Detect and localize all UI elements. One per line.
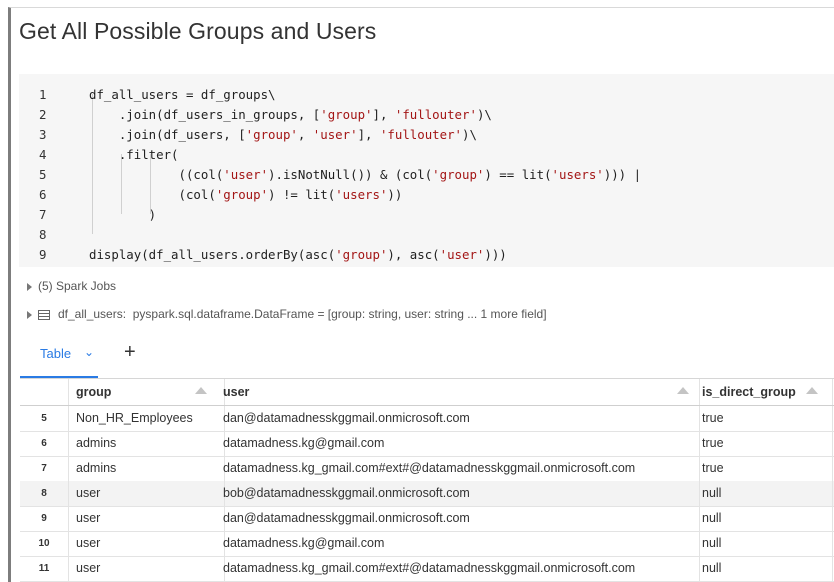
line-number: 2 (39, 107, 47, 122)
cell-user[interactable]: bob@datamadnesskggmail.onmicrosoft.com (217, 481, 700, 506)
code-line[interactable]: 9 display(df_all_users.orderBy(asc('group… (19, 245, 834, 265)
code-line[interactable]: 6 (col('group') != lit('users')) (19, 185, 834, 205)
code-line[interactable]: 1 df_all_users = df_groups\ (19, 85, 834, 105)
dataframe-name: df_all_users: (58, 307, 127, 321)
cell-is-direct-group[interactable]: true (696, 456, 833, 481)
column-header-is-direct-group[interactable]: is_direct_group (696, 379, 833, 405)
column-header-user[interactable]: user (217, 379, 700, 405)
cell-is-direct-group[interactable]: true (696, 406, 833, 431)
cell-user[interactable]: datamadness.kg@gmail.com (217, 531, 700, 556)
dataframe-schema: pyspark.sql.dataframe.DataFrame = [group… (132, 307, 547, 321)
cell-is-direct-group[interactable]: null (696, 531, 833, 556)
code-text: display(df_all_users.orderBy(asc('group'… (89, 247, 507, 262)
cell-user[interactable]: datamadness.kg_gmail.com#ext#@datamadnes… (217, 456, 700, 481)
code-text: (col('group') != lit('users')) (89, 187, 403, 202)
row-index: 7 (20, 456, 69, 481)
cell-is-direct-group[interactable]: null (696, 481, 833, 506)
line-number: 7 (39, 207, 47, 222)
code-line[interactable]: 8 (19, 225, 834, 245)
line-number: 3 (39, 127, 47, 142)
cell-user[interactable]: datamadness.kg_gmail.com#ext#@datamadnes… (217, 556, 700, 581)
line-number: 6 (39, 187, 47, 202)
row-index: 11 (20, 556, 69, 581)
table-row[interactable]: 8 user bob@datamadnesskggmail.onmicrosoft.… (20, 481, 834, 507)
table-row[interactable]: 11 user datamadness.kg_gmail.com#ext#@data… (20, 556, 834, 582)
row-index: 8 (20, 481, 69, 506)
code-text: .join(df_users, ['group', 'user'], 'full… (89, 127, 477, 142)
code-text: df_all_users = df_groups\ (89, 87, 276, 102)
table-row[interactable]: 7 admins datamadness.kg_gmail.com#ext#@dat… (20, 456, 834, 482)
table-row[interactable]: 6 admins datamadness.kg@gmail.com true (20, 431, 834, 457)
code-editor[interactable]: 1 df_all_users = df_groups\ 2 .join(df_use… (19, 74, 834, 267)
cell-group[interactable]: user (69, 556, 225, 581)
line-number: 5 (39, 167, 47, 182)
chevron-down-icon[interactable]: ⌄ (84, 345, 94, 359)
cell-group[interactable]: admins (69, 456, 225, 481)
plus-icon[interactable]: + (124, 341, 136, 364)
cell-group[interactable]: user (69, 531, 225, 556)
cell-user[interactable]: dan@datamadnesskggmail.onmicrosoft.com (217, 406, 700, 431)
sort-icon[interactable] (195, 387, 207, 394)
row-index: 10 (20, 531, 69, 556)
code-line[interactable]: 4 .filter( (19, 145, 834, 165)
code-text: ((col('user').isNotNull()) & (col('group… (89, 167, 642, 182)
row-index: 5 (20, 406, 69, 431)
code-line[interactable]: 2 .join(df_users_in_groups, ['group'], '… (19, 105, 834, 125)
cell-user[interactable]: dan@datamadnesskggmail.onmicrosoft.com (217, 506, 700, 531)
table-row[interactable]: 5 Non_HR_Employees dan@datamadnesskggmail.… (20, 406, 834, 432)
cell-group[interactable]: Non_HR_Employees (69, 406, 225, 431)
cell-title: Get All Possible Groups and Users (19, 18, 377, 44)
row-index: 9 (20, 506, 69, 531)
cell-is-direct-group[interactable]: null (696, 556, 833, 581)
tab-table[interactable]: Table ⌄ (20, 328, 98, 378)
code-line[interactable]: 7 ) (19, 205, 834, 225)
cell-is-direct-group[interactable]: null (696, 506, 833, 531)
column-header-group[interactable]: group (69, 379, 225, 405)
spark-jobs-toggle[interactable]: (5) Spark Jobs (27, 279, 116, 293)
code-text: .join(df_users_in_groups, ['group'], 'fu… (89, 107, 492, 122)
line-number: 1 (39, 87, 47, 102)
sort-icon[interactable] (806, 387, 818, 394)
code-text: .filter( (89, 147, 179, 162)
cell-user[interactable]: datamadness.kg@gmail.com (217, 431, 700, 456)
cell-group[interactable]: admins (69, 431, 225, 456)
code-line[interactable]: 3 .join(df_users, ['group', 'user'], 'fu… (19, 125, 834, 145)
results-table: group user is_direct_group 5 Non_HR_Emplo… (20, 378, 834, 582)
code-line[interactable]: 5 ((col('user').isNotNull()) & (col('gro… (19, 165, 834, 185)
expand-triangle-icon (27, 310, 32, 319)
cell-group[interactable]: user (69, 506, 225, 531)
code-text: ) (89, 207, 157, 222)
sort-icon[interactable] (677, 387, 689, 394)
row-index: 6 (20, 431, 69, 456)
tab-table-label: Table (40, 346, 72, 361)
table-row[interactable]: 9 user dan@datamadnesskggmail.onmicrosoft.… (20, 506, 834, 532)
previous-cell-edge (0, 0, 834, 6)
expand-triangle-icon (27, 282, 32, 291)
line-number: 9 (39, 247, 47, 262)
result-tabbar: Table ⌄ + (20, 328, 834, 378)
spark-jobs-label: (5) Spark Jobs (38, 279, 117, 293)
dataframe-icon (38, 309, 50, 320)
line-number: 4 (39, 147, 47, 162)
cell-is-direct-group[interactable]: true (696, 431, 833, 456)
row-index-header (20, 379, 69, 405)
table-row[interactable]: 10 user datamadness.kg@gmail.com null (20, 531, 834, 557)
table-header: group user is_direct_group (20, 379, 834, 406)
line-number: 8 (39, 227, 47, 242)
dataframe-info-toggle[interactable]: df_all_users: pyspark.sql.dataframe.Data… (27, 307, 547, 321)
cell-group[interactable]: user (69, 481, 225, 506)
